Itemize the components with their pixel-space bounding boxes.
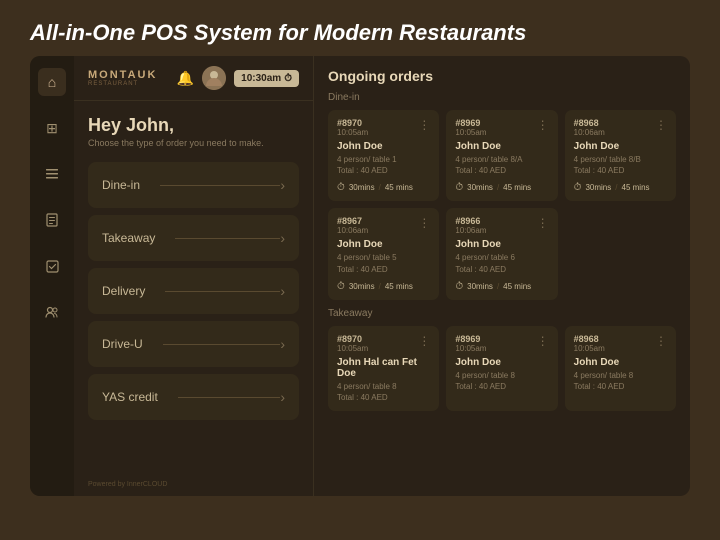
order-menu-icon[interactable]: ⋮	[537, 334, 549, 348]
avatar	[202, 66, 226, 90]
order-type-delivery[interactable]: Delivery ›	[88, 268, 299, 314]
dine-in-orders-grid: #8970 10:05am ⋮ John Doe 4 person/ table…	[328, 110, 676, 300]
order-menu-icon[interactable]: ⋮	[418, 216, 430, 230]
dine-in-section-label: Dine-in	[328, 92, 676, 103]
time-badge: 10:30am ⏱	[234, 70, 299, 87]
orders-title: Ongoing orders	[328, 68, 676, 84]
order-type-yas-credit[interactable]: YAS credit ›	[88, 374, 299, 420]
greeting-subtitle: Choose the type of order you need to mak…	[88, 138, 299, 148]
header-right: 🔔 10:30am ⏱	[177, 66, 299, 90]
pos-container: ⌂ ⊞ MONTAUK RESTAURANT 🔔	[30, 56, 690, 496]
greeting-section: Hey John, Choose the type of order you n…	[74, 101, 313, 156]
left-panel: MONTAUK RESTAURANT 🔔 10:30am ⏱ Hey John,…	[74, 56, 314, 496]
timer-icon: ⏱	[337, 281, 345, 292]
sidebar-item-checklist[interactable]	[38, 252, 66, 280]
order-card[interactable]: #8970 10:05am ⋮ John Hal can Fet Doe 4 p…	[328, 326, 439, 411]
timer-icon: ⏱	[337, 182, 345, 193]
order-card[interactable]: #8969 10:05am ⋮ John Doe 4 person/ table…	[446, 326, 557, 411]
order-menu-icon[interactable]: ⋮	[418, 118, 430, 132]
order-card[interactable]: #8968 10:06am ⋮ John Doe 4 person/ table…	[565, 110, 676, 201]
takeaway-section-label: Takeaway	[328, 308, 676, 319]
sidebar-item-receipt[interactable]	[38, 206, 66, 234]
takeaway-orders-grid: #8970 10:05am ⋮ John Hal can Fet Doe 4 p…	[328, 326, 676, 411]
order-card[interactable]: #8968 10:05am ⋮ John Doe 4 person/ table…	[565, 326, 676, 411]
top-banner: All-in-One POS System for Modern Restaur…	[0, 0, 720, 56]
order-types-list: Dine-in › Takeaway › Delivery › Drive-U …	[74, 156, 313, 473]
order-menu-icon[interactable]: ⋮	[537, 118, 549, 132]
header-bar: MONTAUK RESTAURANT 🔔 10:30am ⏱	[74, 56, 313, 101]
bell-icon[interactable]: 🔔	[177, 70, 194, 87]
sidebar-item-grid[interactable]: ⊞	[38, 114, 66, 142]
order-card[interactable]: #8966 10:06am ⋮ John Doe 4 person/ table…	[446, 208, 557, 299]
order-menu-icon[interactable]: ⋮	[655, 334, 667, 348]
sidebar-item-users[interactable]	[38, 298, 66, 326]
order-type-takeaway[interactable]: Takeaway ›	[88, 215, 299, 261]
timer-icon: ⏱	[455, 182, 463, 193]
order-menu-icon[interactable]: ⋮	[418, 334, 430, 348]
clock-icon: ⏱	[284, 73, 292, 84]
sidebar-item-orders[interactable]	[38, 160, 66, 188]
greeting-title: Hey John,	[88, 115, 299, 136]
right-panel: Ongoing orders Dine-in #8970 10:05am ⋮ J…	[314, 56, 690, 496]
order-card[interactable]: #8969 10:05am ⋮ John Doe 4 person/ table…	[446, 110, 557, 201]
logo: MONTAUK RESTAURANT	[88, 69, 157, 87]
sidebar-icons: ⌂ ⊞	[30, 56, 74, 496]
order-menu-icon[interactable]: ⋮	[537, 216, 549, 230]
sidebar-item-home[interactable]: ⌂	[38, 68, 66, 96]
order-card[interactable]: #8970 10:05am ⋮ John Doe 4 person/ table…	[328, 110, 439, 201]
order-type-drive-u[interactable]: Drive-U ›	[88, 321, 299, 367]
order-card[interactable]: #8967 10:06am ⋮ John Doe 4 person/ table…	[328, 208, 439, 299]
powered-by: Powered by InnerCLOUD	[74, 473, 313, 496]
order-type-dine-in[interactable]: Dine-in ›	[88, 162, 299, 208]
order-menu-icon[interactable]: ⋮	[655, 118, 667, 132]
timer-icon: ⏱	[455, 281, 463, 292]
banner-title: All-in-One POS System for Modern Restaur…	[30, 20, 690, 46]
timer-icon: ⏱	[574, 182, 582, 193]
